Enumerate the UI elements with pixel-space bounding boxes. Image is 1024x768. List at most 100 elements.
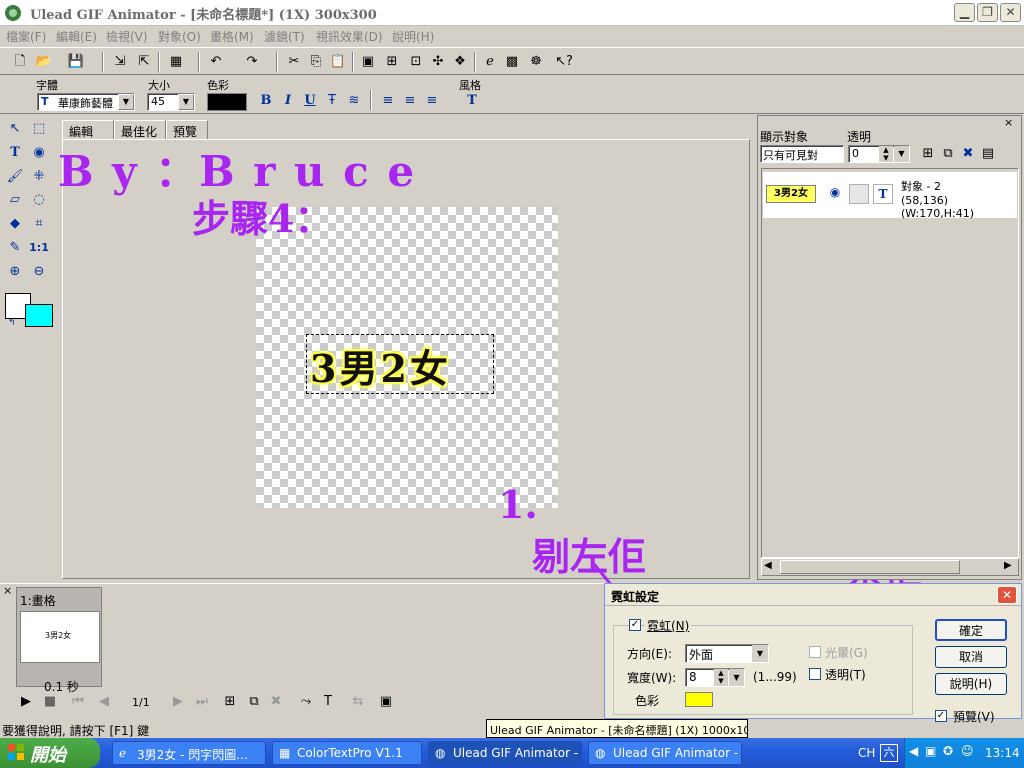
bold-button[interactable]: B bbox=[256, 91, 276, 111]
menu-video-effects[interactable]: 視訊效果(D) bbox=[316, 28, 383, 45]
delete-frame-icon[interactable]: ✖ bbox=[266, 692, 286, 712]
delete-object-icon[interactable]: ✖ bbox=[958, 144, 978, 164]
tab-optimize[interactable]: 最佳化 bbox=[114, 120, 166, 140]
stop-icon[interactable]: ■ bbox=[40, 692, 60, 712]
menu-view[interactable]: 檢視(V) bbox=[106, 28, 148, 45]
eyedropper-tool-icon[interactable]: ✎ bbox=[4, 237, 26, 259]
import-icon[interactable]: ⇲ bbox=[110, 52, 130, 72]
zoom-in-tool-icon[interactable]: ⊕ bbox=[4, 261, 26, 283]
object-list-scrollbar[interactable]: ◀ ▶ bbox=[761, 558, 1019, 576]
tab-edit[interactable]: 編輯 bbox=[62, 120, 114, 140]
optimize-icon[interactable]: ❖ bbox=[450, 52, 470, 72]
cut-icon[interactable]: ✂ bbox=[284, 52, 304, 72]
foreground-color-swatch[interactable] bbox=[25, 304, 53, 327]
underline-button[interactable]: U bbox=[300, 91, 320, 111]
minimize-button[interactable]: ▁ bbox=[954, 3, 975, 22]
save-icon[interactable]: 💾 bbox=[66, 52, 86, 72]
menu-file[interactable]: 檔案(F) bbox=[6, 28, 46, 45]
frame-properties-icon[interactable]: ▣ bbox=[358, 52, 378, 72]
close-icon[interactable]: × bbox=[1004, 116, 1013, 129]
redo-icon[interactable]: ↷ bbox=[242, 52, 262, 72]
language-indicator[interactable]: CH bbox=[858, 746, 875, 760]
scroll-right-icon[interactable]: ▶ bbox=[1004, 560, 1012, 571]
text-style-icon[interactable]: T bbox=[462, 91, 482, 111]
show-objects-select[interactable]: 只有可見對 bbox=[760, 145, 844, 163]
cancel-button[interactable]: 取消 bbox=[935, 646, 1007, 668]
strikethrough-icon[interactable]: Ŧ bbox=[322, 91, 342, 111]
web-icon[interactable]: ▩ bbox=[502, 52, 522, 72]
chevron-down-icon[interactable]: ▼ bbox=[729, 669, 744, 686]
shadow-text-icon[interactable]: ≋ bbox=[344, 91, 364, 111]
menu-filter[interactable]: 濾鏡(T) bbox=[264, 28, 305, 45]
lock-icon[interactable] bbox=[849, 184, 869, 204]
crop-tool-icon[interactable]: ⌗ bbox=[28, 213, 50, 235]
chevron-down-icon[interactable]: ▼ bbox=[118, 94, 134, 110]
chevron-down-icon[interactable]: ▼ bbox=[752, 645, 768, 662]
ok-button[interactable]: 確定 bbox=[935, 619, 1007, 641]
object-properties-icon[interactable]: ▤ bbox=[978, 144, 998, 164]
export-icon[interactable]: ⇱ bbox=[134, 52, 154, 72]
play-icon[interactable]: ▶ bbox=[16, 692, 36, 712]
task-button-colortextpro[interactable]: ▦ ColorTextPro V1.1 bbox=[272, 741, 422, 765]
paintbrush-tool-icon[interactable]: 🖌 bbox=[4, 166, 26, 188]
open-icon[interactable]: 📂 bbox=[34, 52, 54, 72]
close-icon[interactable]: × bbox=[3, 584, 12, 597]
task-button-ulead-2[interactable]: ◍ Ulead GIF Animator - ... bbox=[588, 741, 742, 765]
frame-thumbnail[interactable]: 3男2女 bbox=[20, 611, 100, 663]
menu-edit[interactable]: 編輯(E) bbox=[56, 28, 97, 45]
scroll-left-icon[interactable]: ◀ bbox=[764, 560, 772, 571]
actual-size-tool-icon[interactable]: 1:1 bbox=[28, 237, 50, 259]
last-frame-icon[interactable]: ⏭ bbox=[192, 692, 212, 712]
dialog-close-icon[interactable]: ✕ bbox=[997, 586, 1017, 604]
swap-colors-icon[interactable]: ↰ bbox=[8, 318, 16, 328]
add-frame-icon[interactable]: ⊞ bbox=[220, 692, 240, 712]
spin-icon[interactable]: ▲ ▼ bbox=[879, 146, 893, 162]
neon-checkbox[interactable]: ✓ bbox=[629, 619, 641, 631]
previous-frame-icon[interactable]: ◀ bbox=[94, 692, 114, 712]
user-icon[interactable]: ☺ bbox=[961, 744, 974, 758]
help-button[interactable]: 說明(H) bbox=[935, 673, 1007, 695]
align-center-icon[interactable]: ≡ bbox=[400, 91, 420, 111]
resize-icon[interactable]: ⊞ bbox=[382, 52, 402, 72]
font-select[interactable]: T 華康飾藝體 ▼ bbox=[37, 93, 135, 111]
align-left-icon[interactable]: ≡ bbox=[378, 91, 398, 111]
menu-frame[interactable]: 畫格(M) bbox=[210, 28, 254, 45]
width-stepper[interactable]: 8 ▲ ▼ ▼ bbox=[685, 668, 745, 687]
plugin-icon[interactable]: ☸ bbox=[526, 52, 546, 72]
effects-icon[interactable]: ▦ bbox=[166, 52, 186, 72]
browser-preview-icon[interactable]: ℯ bbox=[480, 52, 500, 72]
eraser-tool-icon[interactable]: ▱ bbox=[4, 189, 26, 211]
scroll-thumb[interactable] bbox=[780, 560, 960, 574]
transform-tool-icon[interactable]: ◉ bbox=[28, 142, 50, 164]
context-help-icon[interactable]: ↖? bbox=[554, 52, 574, 72]
chevron-down-icon[interactable]: ▼ bbox=[178, 94, 194, 110]
menu-object[interactable]: 對象(O) bbox=[158, 28, 201, 45]
italic-button[interactable]: I bbox=[278, 91, 298, 111]
next-frame-icon[interactable]: ▶ bbox=[168, 692, 188, 712]
text-tool-icon[interactable]: T bbox=[4, 142, 26, 164]
crop-icon[interactable]: ⊡ bbox=[406, 52, 426, 72]
lasso-tool-icon[interactable]: ◌ bbox=[28, 189, 50, 211]
task-button-ulead-1[interactable]: ◍ Ulead GIF Animator - ... bbox=[428, 741, 582, 765]
tween-icon[interactable]: ⤳ bbox=[296, 692, 316, 712]
duplicate-frame-icon[interactable]: ⧉ bbox=[244, 692, 264, 712]
new-icon[interactable]: 🗋 bbox=[10, 52, 30, 72]
reverse-icon[interactable]: ⇆ bbox=[348, 692, 368, 712]
align-right-icon[interactable]: ≡ bbox=[422, 91, 442, 111]
transparent-checkbox[interactable] bbox=[809, 668, 821, 680]
ime-icon[interactable]: 六 bbox=[880, 744, 898, 762]
object-row[interactable]: 3男2女 ◉ T 對象 - 2 (58,136)(W:170,H:41) bbox=[763, 172, 1017, 220]
direction-select[interactable]: 外面 ▼ bbox=[685, 644, 769, 663]
security-icon[interactable]: ✪ bbox=[943, 744, 953, 758]
close-button[interactable]: ✕ bbox=[1000, 3, 1021, 22]
tab-preview[interactable]: 預覽 bbox=[166, 120, 208, 140]
task-button-ie[interactable]: ℯ 3男2女 - 閃字閃圖... bbox=[112, 741, 266, 765]
zoom-out-tool-icon[interactable]: ⊖ bbox=[28, 261, 50, 283]
opacity-stepper[interactable]: 0 ▲ ▼ ▼ bbox=[848, 145, 910, 163]
restore-button[interactable]: ❐ bbox=[977, 3, 998, 22]
network-icon[interactable]: ▣ bbox=[925, 744, 936, 758]
start-button[interactable]: 開始 bbox=[0, 738, 100, 768]
rotate-icon[interactable]: ✣ bbox=[428, 52, 448, 72]
copy-icon[interactable]: ⎘ bbox=[306, 52, 326, 72]
eye-icon[interactable]: ◉ bbox=[825, 185, 845, 203]
